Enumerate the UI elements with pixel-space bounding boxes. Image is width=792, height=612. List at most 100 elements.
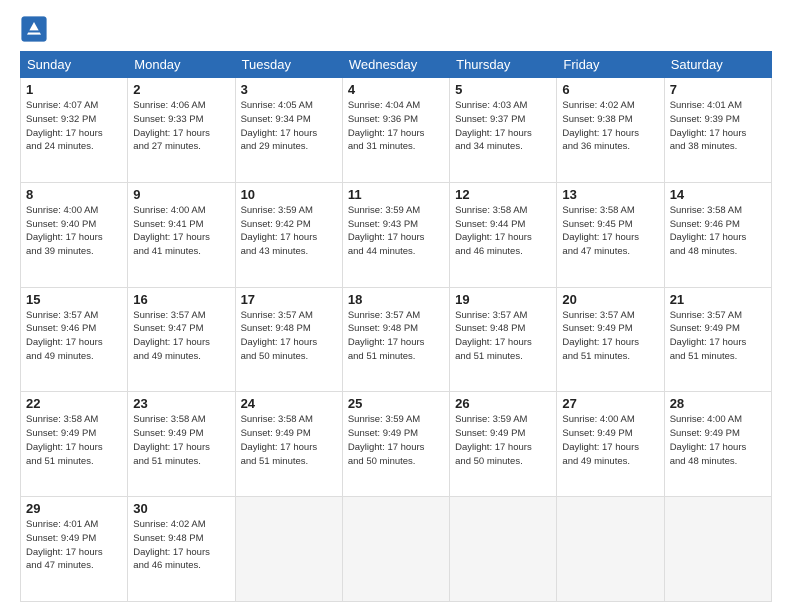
day-number: 14 — [670, 187, 766, 202]
day-number: 27 — [562, 396, 658, 411]
day-number: 11 — [348, 187, 444, 202]
day-info: Sunrise: 4:06 AM Sunset: 9:33 PM Dayligh… — [133, 99, 229, 154]
day-number: 9 — [133, 187, 229, 202]
day-info: Sunrise: 3:59 AM Sunset: 9:43 PM Dayligh… — [348, 204, 444, 259]
day-info: Sunrise: 3:57 AM Sunset: 9:48 PM Dayligh… — [348, 309, 444, 364]
day-info: Sunrise: 4:00 AM Sunset: 9:49 PM Dayligh… — [670, 413, 766, 468]
day-info: Sunrise: 3:58 AM Sunset: 9:46 PM Dayligh… — [670, 204, 766, 259]
calendar-day-cell: 16 Sunrise: 3:57 AM Sunset: 9:47 PM Dayli… — [128, 287, 235, 392]
day-info: Sunrise: 3:59 AM Sunset: 9:42 PM Dayligh… — [241, 204, 337, 259]
day-info: Sunrise: 3:58 AM Sunset: 9:49 PM Dayligh… — [241, 413, 337, 468]
calendar-day-cell: 25 Sunrise: 3:59 AM Sunset: 9:49 PM Dayli… — [342, 392, 449, 497]
calendar-day-cell: 13 Sunrise: 3:58 AM Sunset: 9:45 PM Dayli… — [557, 182, 664, 287]
calendar-day-cell: 23Sunrise: 3:58 AM Sunset: 9:49 PM Dayli… — [128, 392, 235, 497]
day-number: 17 — [241, 292, 337, 307]
header — [20, 15, 772, 43]
day-number: 24 — [241, 396, 337, 411]
calendar-day-cell: 3 Sunrise: 4:05 AM Sunset: 9:34 PM Daylig… — [235, 78, 342, 183]
day-number: 12 — [455, 187, 551, 202]
calendar-day-cell: 30 Sunrise: 4:02 AM Sunset: 9:48 PM Dayli… — [128, 497, 235, 602]
day-number: 16 — [133, 292, 229, 307]
day-number: 1 — [26, 82, 122, 97]
calendar-day-cell: 11 Sunrise: 3:59 AM Sunset: 9:43 PM Dayli… — [342, 182, 449, 287]
day-number: 8 — [26, 187, 122, 202]
calendar-day-cell: 26 Sunrise: 3:59 AM Sunset: 9:49 PM Dayli… — [450, 392, 557, 497]
calendar-day-cell — [450, 497, 557, 602]
day-info: Sunrise: 3:59 AM Sunset: 9:49 PM Dayligh… — [455, 413, 551, 468]
calendar-day-cell — [557, 497, 664, 602]
calendar-day-cell: 20Sunrise: 3:57 AM Sunset: 9:49 PM Dayli… — [557, 287, 664, 392]
calendar: SundayMondayTuesdayWednesdayThursdayFrid… — [20, 51, 772, 602]
day-number: 30 — [133, 501, 229, 516]
day-number: 26 — [455, 396, 551, 411]
day-number: 10 — [241, 187, 337, 202]
calendar-day-cell: 24 Sunrise: 3:58 AM Sunset: 9:49 PM Dayli… — [235, 392, 342, 497]
day-number: 20 — [562, 292, 658, 307]
day-info: Sunrise: 3:58 AM Sunset: 9:45 PM Dayligh… — [562, 204, 658, 259]
calendar-day-cell: 7Sunrise: 4:01 AM Sunset: 9:39 PM Daylig… — [664, 78, 771, 183]
calendar-day-cell: 15 Sunrise: 3:57 AM Sunset: 9:46 PM Dayli… — [21, 287, 128, 392]
day-number: 3 — [241, 82, 337, 97]
calendar-day-cell: 2 Sunrise: 4:06 AM Sunset: 9:33 PM Daylig… — [128, 78, 235, 183]
calendar-week-row: 8Sunrise: 4:00 AM Sunset: 9:40 PM Daylig… — [21, 182, 772, 287]
calendar-day-cell: 12 Sunrise: 3:58 AM Sunset: 9:44 PM Dayli… — [450, 182, 557, 287]
calendar-day-cell: 10 Sunrise: 3:59 AM Sunset: 9:42 PM Dayli… — [235, 182, 342, 287]
day-info: Sunrise: 4:05 AM Sunset: 9:34 PM Dayligh… — [241, 99, 337, 154]
day-info: Sunrise: 3:58 AM Sunset: 9:44 PM Dayligh… — [455, 204, 551, 259]
day-info: Sunrise: 4:00 AM Sunset: 9:41 PM Dayligh… — [133, 204, 229, 259]
calendar-day-cell: 9 Sunrise: 4:00 AM Sunset: 9:41 PM Daylig… — [128, 182, 235, 287]
day-number: 25 — [348, 396, 444, 411]
weekday-header-cell: Friday — [557, 52, 664, 78]
calendar-day-cell: 6 Sunrise: 4:02 AM Sunset: 9:38 PM Daylig… — [557, 78, 664, 183]
calendar-day-cell: 19 Sunrise: 3:57 AM Sunset: 9:48 PM Dayli… — [450, 287, 557, 392]
day-info: Sunrise: 3:57 AM Sunset: 9:48 PM Dayligh… — [241, 309, 337, 364]
weekday-header-cell: Saturday — [664, 52, 771, 78]
day-number: 6 — [562, 82, 658, 97]
calendar-week-row: 1 Sunrise: 4:07 AM Sunset: 9:32 PM Daylig… — [21, 78, 772, 183]
calendar-day-cell: 4 Sunrise: 4:04 AM Sunset: 9:36 PM Daylig… — [342, 78, 449, 183]
weekday-header-cell: Wednesday — [342, 52, 449, 78]
calendar-day-cell: 18 Sunrise: 3:57 AM Sunset: 9:48 PM Dayli… — [342, 287, 449, 392]
day-info: Sunrise: 4:00 AM Sunset: 9:49 PM Dayligh… — [562, 413, 658, 468]
day-number: 23 — [133, 396, 229, 411]
day-info: Sunrise: 4:07 AM Sunset: 9:32 PM Dayligh… — [26, 99, 122, 154]
calendar-day-cell — [342, 497, 449, 602]
day-info: Sunrise: 4:02 AM Sunset: 9:38 PM Dayligh… — [562, 99, 658, 154]
weekday-header-cell: Monday — [128, 52, 235, 78]
weekday-header-cell: Tuesday — [235, 52, 342, 78]
calendar-week-row: 29Sunrise: 4:01 AM Sunset: 9:49 PM Dayli… — [21, 497, 772, 602]
day-number: 29 — [26, 501, 122, 516]
day-info: Sunrise: 3:57 AM Sunset: 9:48 PM Dayligh… — [455, 309, 551, 364]
day-number: 19 — [455, 292, 551, 307]
calendar-header: SundayMondayTuesdayWednesdayThursdayFrid… — [21, 52, 772, 78]
weekday-header-cell: Sunday — [21, 52, 128, 78]
weekday-header-row: SundayMondayTuesdayWednesdayThursdayFrid… — [21, 52, 772, 78]
page: SundayMondayTuesdayWednesdayThursdayFrid… — [0, 0, 792, 612]
day-info: Sunrise: 3:59 AM Sunset: 9:49 PM Dayligh… — [348, 413, 444, 468]
day-info: Sunrise: 4:01 AM Sunset: 9:39 PM Dayligh… — [670, 99, 766, 154]
calendar-day-cell: 28Sunrise: 4:00 AM Sunset: 9:49 PM Dayli… — [664, 392, 771, 497]
calendar-day-cell: 22Sunrise: 3:58 AM Sunset: 9:49 PM Dayli… — [21, 392, 128, 497]
day-number: 2 — [133, 82, 229, 97]
calendar-day-cell: 5 Sunrise: 4:03 AM Sunset: 9:37 PM Daylig… — [450, 78, 557, 183]
day-number: 13 — [562, 187, 658, 202]
calendar-day-cell: 21Sunrise: 3:57 AM Sunset: 9:49 PM Dayli… — [664, 287, 771, 392]
day-info: Sunrise: 3:57 AM Sunset: 9:46 PM Dayligh… — [26, 309, 122, 364]
calendar-day-cell: 14 Sunrise: 3:58 AM Sunset: 9:46 PM Dayli… — [664, 182, 771, 287]
calendar-day-cell: 1 Sunrise: 4:07 AM Sunset: 9:32 PM Daylig… — [21, 78, 128, 183]
day-number: 5 — [455, 82, 551, 97]
day-number: 15 — [26, 292, 122, 307]
day-number: 21 — [670, 292, 766, 307]
day-number: 4 — [348, 82, 444, 97]
day-info: Sunrise: 3:57 AM Sunset: 9:47 PM Dayligh… — [133, 309, 229, 364]
calendar-day-cell — [664, 497, 771, 602]
day-number: 18 — [348, 292, 444, 307]
day-info: Sunrise: 4:04 AM Sunset: 9:36 PM Dayligh… — [348, 99, 444, 154]
calendar-day-cell: 17 Sunrise: 3:57 AM Sunset: 9:48 PM Dayli… — [235, 287, 342, 392]
logo — [20, 15, 52, 43]
day-info: Sunrise: 4:02 AM Sunset: 9:48 PM Dayligh… — [133, 518, 229, 573]
weekday-header-cell: Thursday — [450, 52, 557, 78]
day-info: Sunrise: 4:03 AM Sunset: 9:37 PM Dayligh… — [455, 99, 551, 154]
calendar-week-row: 22Sunrise: 3:58 AM Sunset: 9:49 PM Dayli… — [21, 392, 772, 497]
calendar-day-cell: 27 Sunrise: 4:00 AM Sunset: 9:49 PM Dayli… — [557, 392, 664, 497]
